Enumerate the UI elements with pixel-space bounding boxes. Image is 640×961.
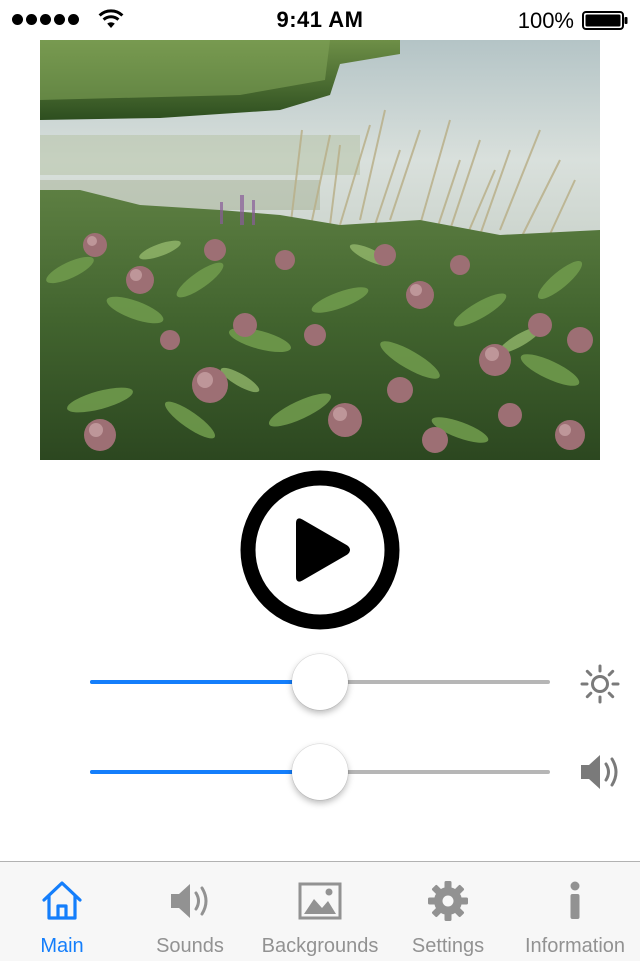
background-photo: [40, 40, 600, 460]
tab-main[interactable]: Main: [0, 862, 124, 961]
speaker-icon: [581, 755, 618, 789]
brightness-icon: [580, 664, 620, 704]
play-button[interactable]: [240, 470, 400, 630]
slider-thumb[interactable]: [292, 744, 348, 800]
tab-sounds[interactable]: Sounds: [128, 862, 252, 961]
tab-information[interactable]: Information: [512, 862, 638, 961]
battery-percentage: 100%: [517, 8, 574, 33]
battery-icon: [582, 11, 628, 30]
brightness-slider[interactable]: [90, 652, 550, 712]
speaker-icon: [171, 884, 208, 918]
slider-thumb[interactable]: [292, 654, 348, 710]
gear-icon: [428, 881, 468, 921]
volume-slider[interactable]: [90, 742, 550, 802]
slider-track-fill: [90, 680, 320, 684]
status-bar: 9:41 AM 100%: [0, 0, 640, 40]
home-icon: [42, 881, 82, 920]
play-icon: [240, 470, 400, 630]
info-icon: [570, 881, 580, 919]
tab-label: Backgrounds: [261, 935, 379, 957]
tab-label: Main: [40, 935, 84, 957]
tab-label: Information: [524, 935, 626, 957]
tab-bar: Main Sounds Backgrounds Settings Informa…: [0, 861, 640, 961]
picture-icon: [298, 882, 342, 920]
tab-settings[interactable]: Settings: [386, 862, 510, 961]
tab-backgrounds[interactable]: Backgrounds: [256, 862, 384, 961]
tab-label: Settings: [411, 935, 485, 957]
slider-track-fill: [90, 770, 320, 774]
tab-label: Sounds: [156, 935, 224, 957]
